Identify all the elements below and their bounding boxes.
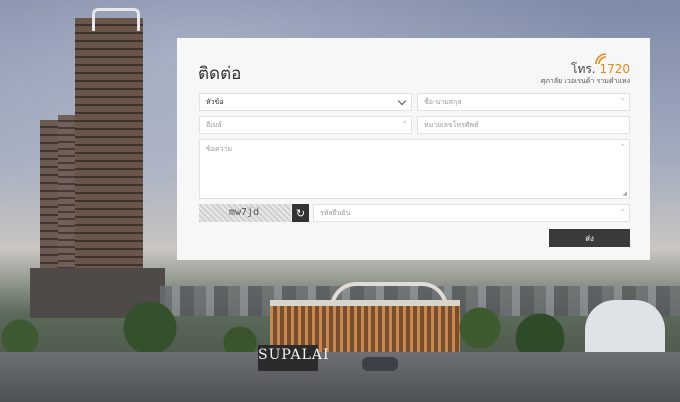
project-name: ศุภาลัย เวอเรนด้า รามคำแหง xyxy=(540,77,630,85)
required-icon: * xyxy=(621,143,624,150)
message-placeholder: ข้อความ xyxy=(206,145,233,153)
captcha-text: mw7jd xyxy=(229,207,260,218)
required-icon: * xyxy=(621,97,624,104)
name-field[interactable]: ชื่อ-นามสกุล * xyxy=(417,93,630,111)
email-field-placeholder: อีเมล์ xyxy=(206,120,222,129)
contact-form-card: ติดต่อ โทร. 1720 ศุภาลัย เวอเรนด้า รามคำ… xyxy=(177,38,650,260)
building-crown xyxy=(92,8,140,31)
refresh-captcha-button[interactable]: ↻ xyxy=(292,204,309,222)
phone-number[interactable]: 1720 xyxy=(599,62,630,76)
email-field[interactable]: อีเมล์ * xyxy=(199,116,412,134)
phone-field-placeholder: หมายเลขโทรศัพท์ xyxy=(424,120,479,129)
brand-sign-text: SUPALAI xyxy=(258,347,330,363)
phone-prefix: โทร. xyxy=(571,62,596,76)
phone-field[interactable]: หมายเลขโทรศัพท์ xyxy=(417,116,630,134)
resize-handle-icon[interactable]: ◢ xyxy=(622,190,627,197)
chevron-down-icon xyxy=(397,96,407,106)
message-textarea[interactable]: ข้อความ * ◢ xyxy=(199,139,630,199)
refresh-icon: ↻ xyxy=(295,206,306,220)
brand-sign: SUPALAI xyxy=(258,345,330,371)
captcha-image: mw7jd xyxy=(199,204,291,222)
required-icon: * xyxy=(621,208,624,215)
page-title: ติดต่อ xyxy=(198,64,242,84)
subject-select-value: หัวข้อ xyxy=(206,97,224,106)
captcha-code-field[interactable]: รหัสยืนยัน * xyxy=(313,204,630,222)
name-field-placeholder: ชื่อ-นามสกุล xyxy=(424,97,462,106)
required-icon: * xyxy=(403,120,406,127)
car xyxy=(362,357,398,371)
submit-button[interactable]: ส่ง xyxy=(549,229,630,247)
subject-select[interactable]: หัวข้อ xyxy=(199,93,412,111)
road xyxy=(0,352,680,402)
captcha-code-placeholder: รหัสยืนยัน xyxy=(320,208,351,217)
